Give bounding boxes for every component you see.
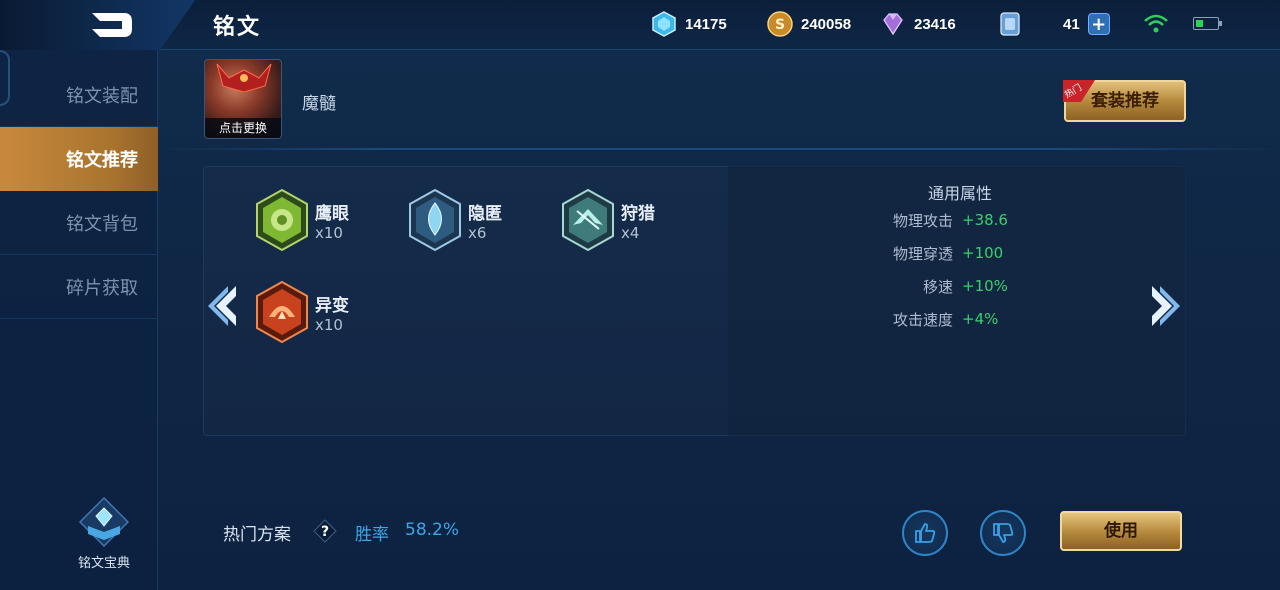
back-button[interactable] bbox=[0, 0, 195, 50]
currency-gold: S 240058 bbox=[767, 10, 851, 38]
divider bbox=[160, 148, 1280, 150]
page-title: 铭文 bbox=[213, 15, 262, 40]
attribute-value: +100 bbox=[962, 244, 1004, 262]
diamond-count: 14175 bbox=[685, 15, 727, 33]
rune-count: x10 bbox=[315, 224, 343, 242]
rune-name: 狩猎 bbox=[621, 204, 655, 224]
gold-coin-icon: S bbox=[767, 11, 793, 37]
help-icon[interactable]: ? bbox=[313, 519, 337, 543]
gold-count: 240058 bbox=[801, 15, 852, 33]
book-icon bbox=[78, 496, 130, 548]
attribute-label: 物理穿透 bbox=[892, 244, 953, 263]
attribute-value: +38.6 bbox=[962, 211, 1008, 229]
rune-item[interactable]: 狩猎 x4 bbox=[561, 189, 721, 259]
rune-stealth-icon bbox=[409, 189, 461, 251]
hot-plan-label: 热门方案 bbox=[223, 525, 291, 545]
rune-name: 异变 bbox=[315, 296, 349, 316]
ticket-count: 41 bbox=[1063, 15, 1080, 33]
battery-icon bbox=[1193, 17, 1222, 30]
rune-hunting-icon bbox=[562, 189, 614, 251]
rune-screen: 铭文 14175 S 240058 23416 41 + 铭文装配 铭文推荐 铭… bbox=[0, 0, 1280, 590]
book-label: 铭文宝典 bbox=[77, 556, 130, 571]
rune-handbook-button[interactable]: 铭文宝典 bbox=[68, 496, 140, 571]
rune-hawkeye-icon bbox=[256, 189, 308, 251]
attribute-value: +10% bbox=[962, 277, 1008, 295]
like-button[interactable] bbox=[902, 510, 948, 556]
wifi-icon bbox=[1144, 14, 1168, 33]
attribute-label: 移速 bbox=[922, 277, 953, 296]
rune-count: x6 bbox=[468, 224, 487, 242]
rune-name: 鹰眼 bbox=[315, 204, 349, 224]
helmet-icon bbox=[216, 63, 272, 92]
rune-item[interactable]: 鹰眼 x10 bbox=[255, 189, 415, 259]
diamond-icon bbox=[652, 11, 676, 37]
win-rate-value: 58.2% bbox=[405, 520, 460, 540]
attributes-title: 通用属性 bbox=[927, 184, 992, 203]
sidebar-item-rune-equip[interactable]: 铭文装配 bbox=[0, 63, 158, 127]
attribute-row: 物理攻击 +38.6 bbox=[850, 209, 1100, 231]
thumbs-down-icon bbox=[993, 523, 1014, 543]
help-text: ? bbox=[321, 524, 329, 540]
rune-count: x10 bbox=[315, 316, 343, 334]
win-rate-label: 胜率 bbox=[355, 525, 389, 545]
change-hero-label: 点击更换 bbox=[205, 118, 281, 138]
rune-item[interactable]: 隐匿 x6 bbox=[408, 189, 568, 259]
hero-name: 魔髓 bbox=[302, 94, 336, 114]
ticket-icon bbox=[1000, 12, 1020, 36]
rune-name: 隐匿 bbox=[468, 204, 502, 224]
sidebar-item-rune-bag[interactable]: 铭文背包 bbox=[0, 191, 158, 255]
rune-mutation-icon bbox=[256, 281, 308, 343]
use-button[interactable]: 使用 bbox=[1060, 511, 1182, 551]
svg-text:S: S bbox=[775, 17, 785, 33]
sidebar-item-rune-recommend[interactable]: 铭文推荐 bbox=[0, 127, 158, 191]
attribute-panel bbox=[728, 166, 1186, 436]
dislike-button[interactable] bbox=[980, 510, 1026, 556]
hero-avatar[interactable]: 点击更换 bbox=[204, 59, 282, 139]
currency-gem: 23416 bbox=[880, 10, 956, 38]
rune-item[interactable]: 异变 x10 bbox=[255, 281, 415, 351]
purple-gem-icon bbox=[883, 13, 903, 36]
currency-diamond: 14175 bbox=[651, 10, 727, 38]
attribute-row: 移速 +10% bbox=[850, 275, 1100, 297]
hot-tag-badge: 热门 bbox=[1063, 80, 1095, 102]
attribute-label: 物理攻击 bbox=[892, 211, 953, 230]
prev-plan-arrow-icon[interactable] bbox=[206, 282, 244, 330]
next-plan-arrow-icon[interactable] bbox=[1144, 282, 1182, 330]
add-ticket-button[interactable]: + bbox=[1087, 13, 1110, 35]
gem-count: 23416 bbox=[914, 15, 956, 33]
currency-ticket: 41 + bbox=[997, 10, 1110, 38]
attribute-value: +4% bbox=[962, 310, 999, 328]
attribute-label: 攻击速度 bbox=[892, 310, 953, 329]
thumbs-up-icon bbox=[915, 523, 936, 543]
attribute-row: 攻击速度 +4% bbox=[850, 308, 1100, 330]
sidebar-item-fragment-get[interactable]: 碎片获取 bbox=[0, 255, 158, 319]
rune-count: x4 bbox=[621, 224, 640, 242]
attribute-row: 物理穿透 +100 bbox=[850, 242, 1100, 264]
back-arrow-icon bbox=[92, 13, 132, 37]
top-bar: 铭文 14175 S 240058 23416 41 + bbox=[0, 0, 1280, 50]
